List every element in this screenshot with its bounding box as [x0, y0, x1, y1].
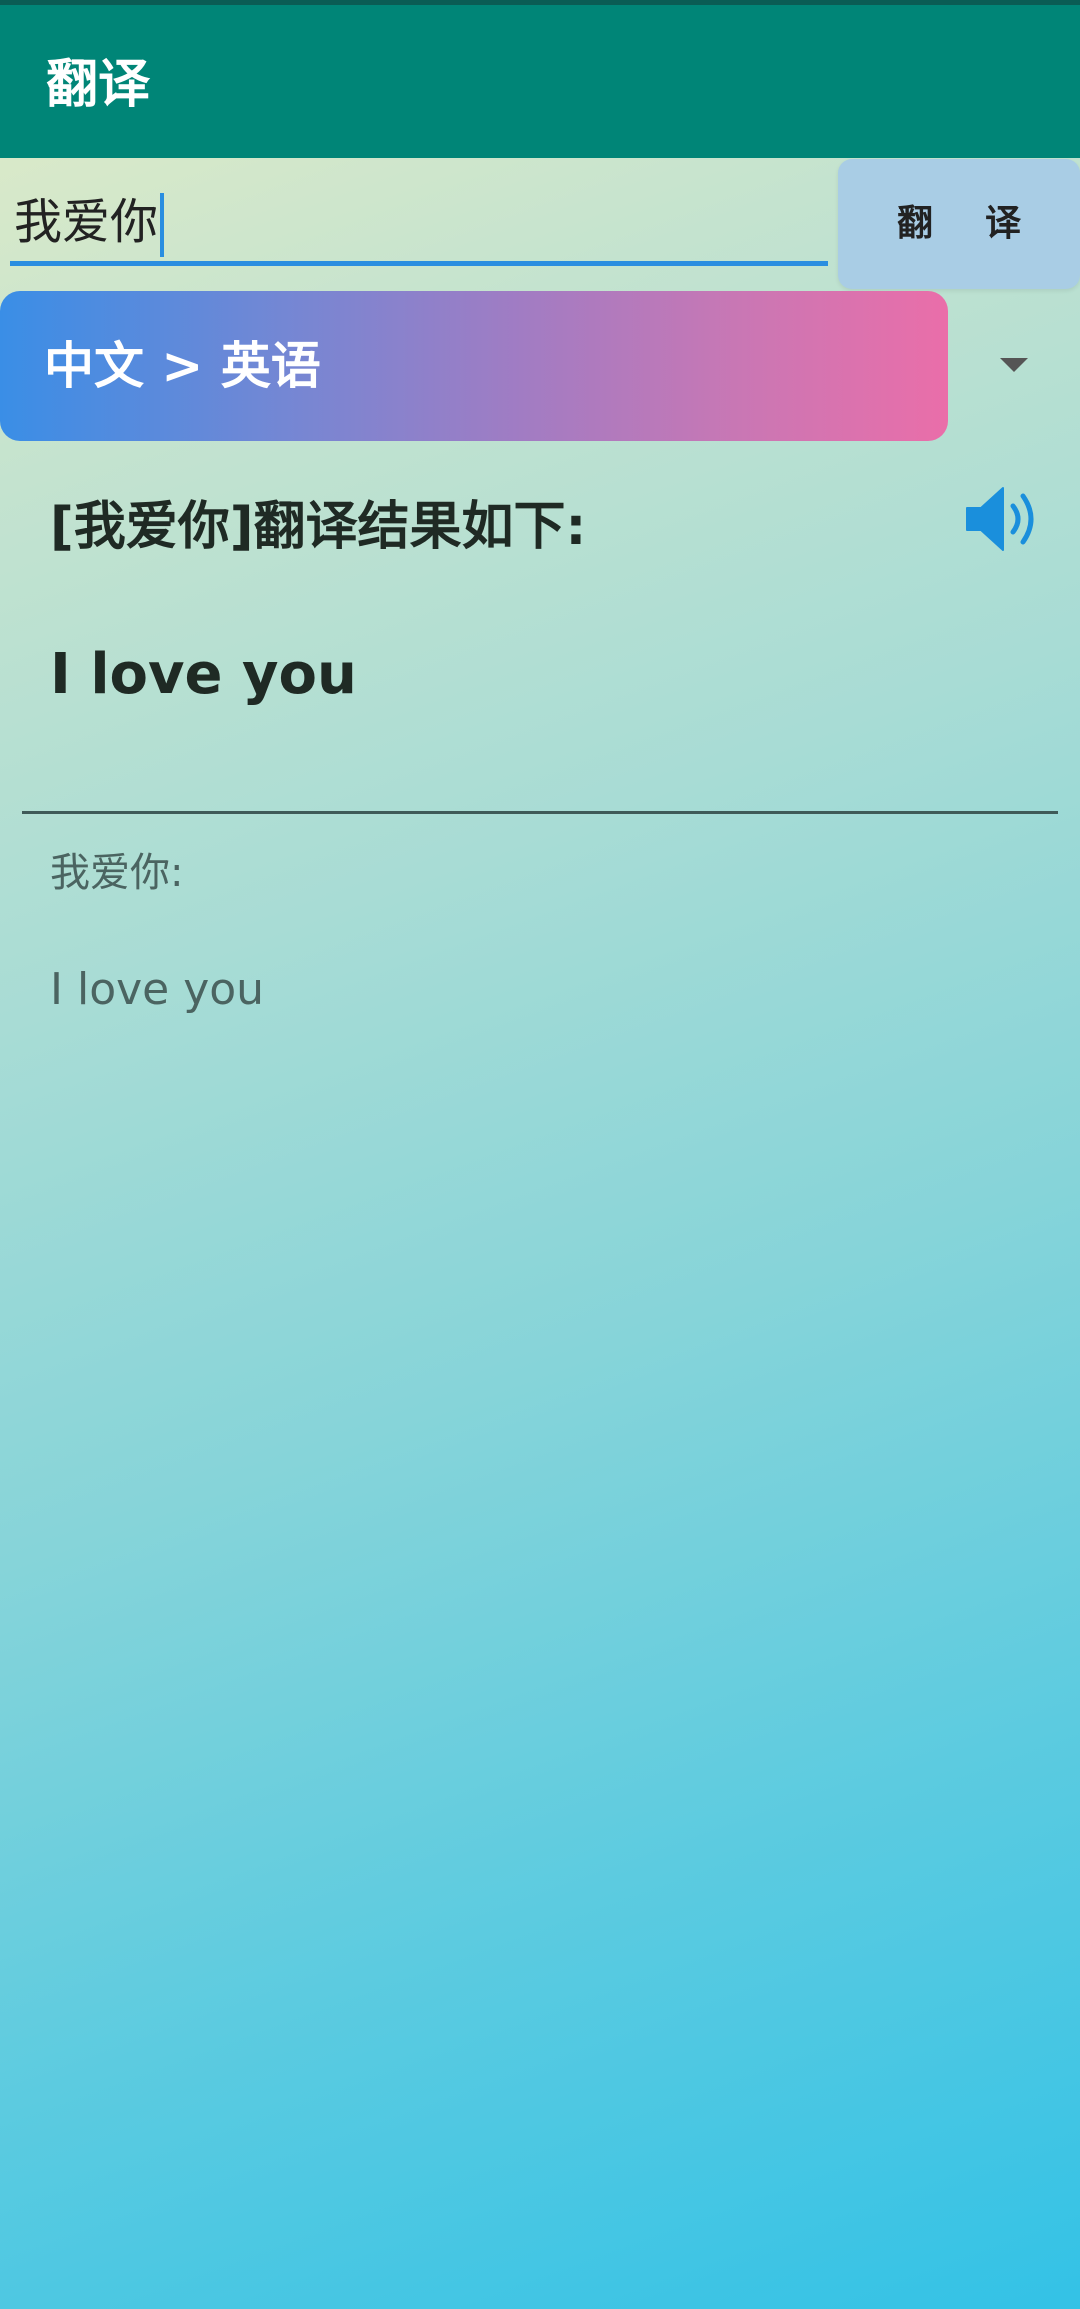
translate-button[interactable]: 翻译 [838, 159, 1080, 289]
detail-source-text: 我爱你: [50, 850, 184, 896]
input-underline [10, 261, 828, 266]
translate-button-label: 翻译 [896, 203, 1073, 244]
speaker-icon[interactable] [965, 484, 1045, 554]
divider [22, 811, 1058, 814]
source-text-input-value: 我爱你 [14, 192, 165, 257]
result-heading: [我爱你]翻译结果如下: [50, 497, 587, 557]
chevron-down-icon[interactable] [1000, 358, 1028, 372]
language-pair-label: 中文 > 英语 [44, 337, 321, 395]
app-bar: 翻译 [0, 5, 1080, 158]
detail-translation-text: I love you [50, 964, 265, 1015]
app-title: 翻译 [46, 55, 151, 115]
result-translation: I love you [50, 642, 357, 707]
source-text-input[interactable]: 我爱你 [10, 180, 828, 266]
input-value: 我爱你 [14, 194, 159, 250]
text-caret [160, 193, 165, 257]
language-pair-selector[interactable]: 中文 > 英语 [0, 291, 948, 441]
